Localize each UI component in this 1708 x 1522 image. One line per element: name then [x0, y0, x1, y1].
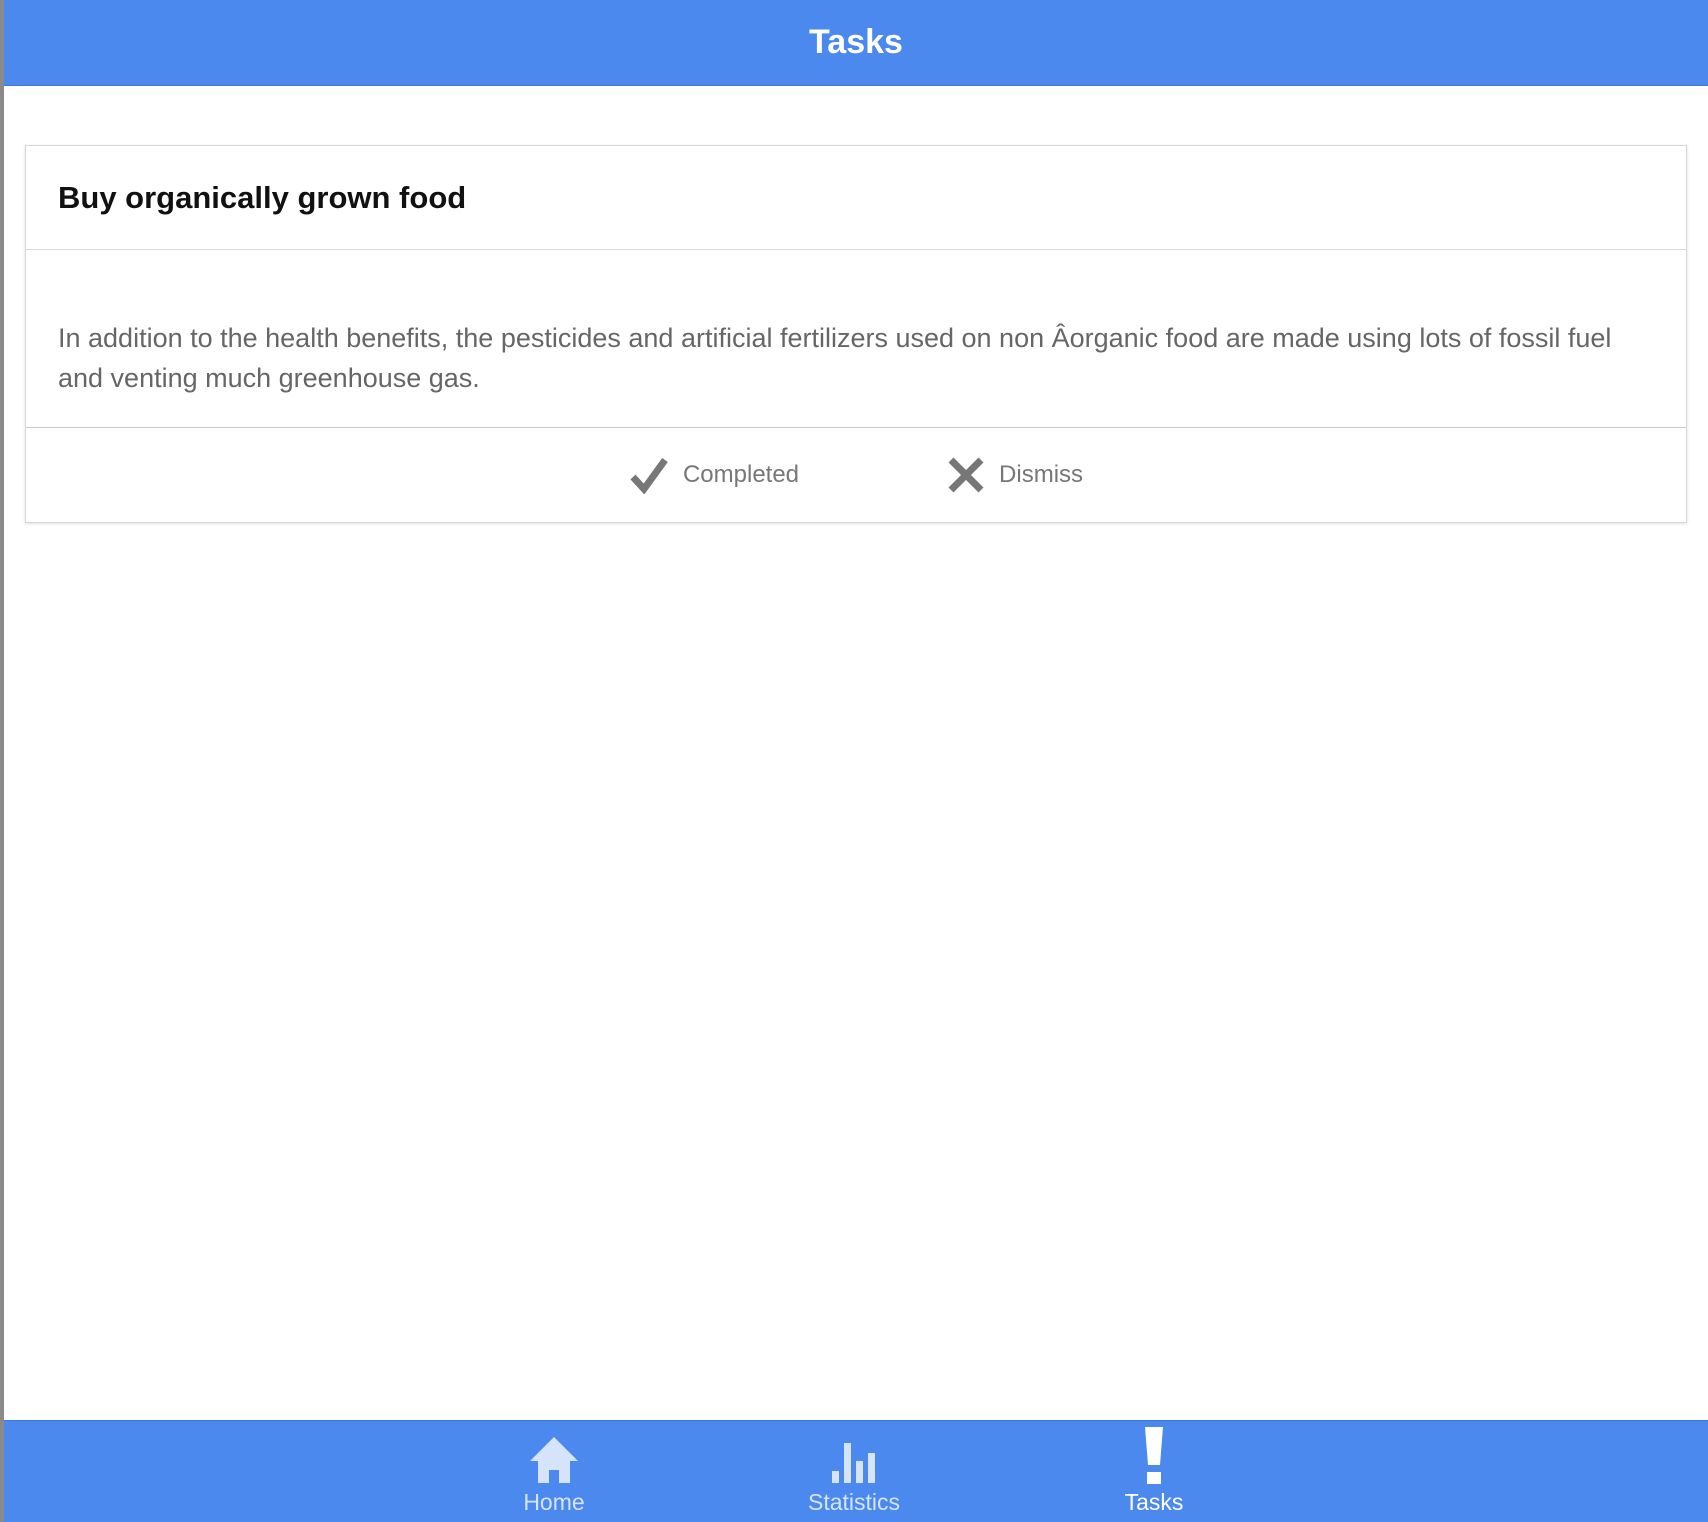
task-card: Buy organically grown food In addition t… — [25, 145, 1687, 523]
task-description: In addition to the health benefits, the … — [58, 323, 1612, 393]
check-icon — [629, 456, 669, 494]
completed-button[interactable]: Completed — [629, 456, 799, 494]
task-card-body: In addition to the health benefits, the … — [26, 250, 1686, 428]
tab-home-label: Home — [523, 1489, 585, 1515]
dismiss-label: Dismiss — [999, 461, 1084, 488]
tab-home[interactable]: Home — [454, 1421, 654, 1519]
window-edge — [0, 0, 4, 1522]
close-icon — [947, 456, 985, 494]
page-title: Tasks — [809, 23, 903, 61]
tab-tasks-label: Tasks — [1124, 1489, 1184, 1515]
tab-tasks[interactable]: Tasks — [1054, 1421, 1254, 1519]
exclamation-icon — [1142, 1421, 1166, 1485]
bar-chart-icon — [830, 1421, 878, 1485]
task-card-actions: Completed Dismiss — [26, 428, 1686, 522]
dismiss-button[interactable]: Dismiss — [947, 456, 1083, 494]
task-title: Buy organically grown food — [58, 179, 467, 215]
task-card-header: Buy organically grown food — [26, 146, 1686, 250]
tab-statistics-label: Statistics — [807, 1489, 901, 1515]
home-icon — [528, 1421, 580, 1485]
bottom-tab-bar: Home Statistics Tasks — [4, 1420, 1708, 1522]
completed-label: Completed — [682, 461, 800, 488]
app-header: Tasks — [4, 0, 1708, 86]
tab-statistics[interactable]: Statistics — [754, 1421, 954, 1519]
